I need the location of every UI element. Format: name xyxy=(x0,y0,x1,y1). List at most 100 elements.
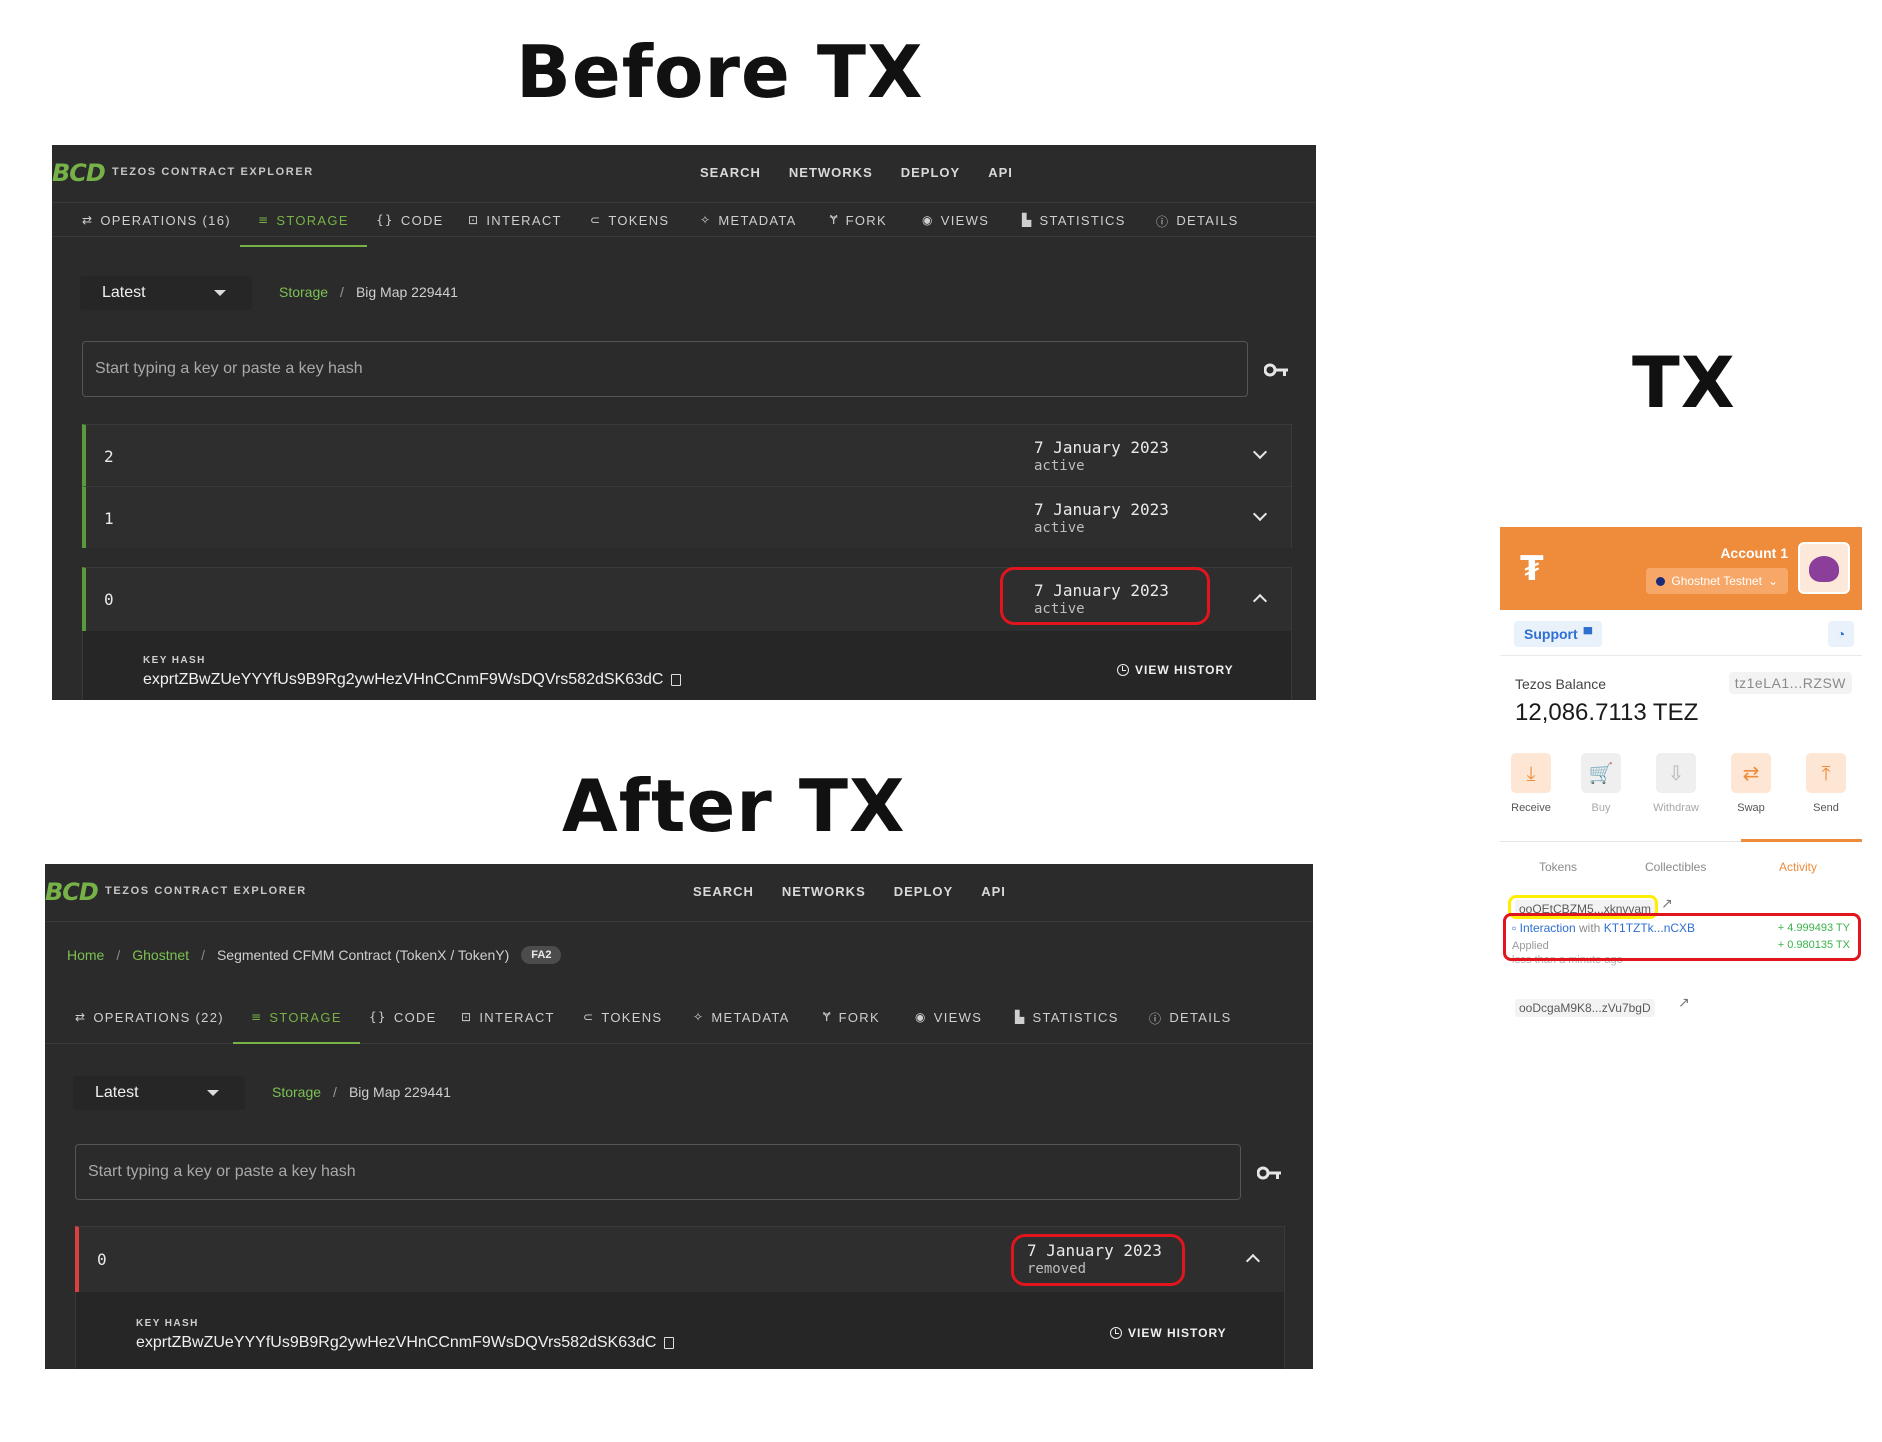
path-storage-link[interactable]: Storage xyxy=(272,1084,321,1100)
bcd-logo[interactable]: BCD xyxy=(52,159,106,187)
bigmap-row[interactable]: 1 7 January 2023 active xyxy=(82,486,1292,548)
coins-icon: ⊂ xyxy=(583,1010,595,1024)
key-search-input[interactable]: Start typing a key or paste a key hash xyxy=(82,341,1248,397)
tab-statistics[interactable]: ▙ STATISTICS xyxy=(1015,1010,1119,1044)
breadcrumb-home[interactable]: Home xyxy=(67,947,104,963)
version-select[interactable]: Latest xyxy=(73,1076,245,1110)
fork-icon: Ɏ xyxy=(830,213,839,227)
nav-api[interactable]: API xyxy=(981,884,1006,899)
tab-operations[interactable]: ⇄ OPERATIONS (22) xyxy=(75,1010,224,1044)
account-name[interactable]: Account 1 xyxy=(1720,545,1788,561)
nav-deploy[interactable]: DEPLOY xyxy=(901,165,960,180)
tab-interact[interactable]: ⊡ INTERACT xyxy=(461,1010,555,1044)
coins-icon: ⊂ xyxy=(590,213,602,227)
external-link-icon[interactable]: ↗ xyxy=(1661,896,1673,912)
swap-icon: ⇄ xyxy=(75,1010,87,1024)
tab-fork[interactable]: Ɏ FORK xyxy=(830,213,887,247)
wallet-header: ₮ Account 1 Ghostnet Testnet ⌄ xyxy=(1500,527,1862,610)
send-button[interactable]: ⤒ Send xyxy=(1796,753,1856,814)
swap-button[interactable]: ⇄ Swap xyxy=(1721,753,1781,814)
logo-text: TEZOS CONTRACT EXPLORER xyxy=(112,166,314,178)
eye-icon: ◉ xyxy=(915,1010,927,1024)
nav-networks[interactable]: NETWORKS xyxy=(782,884,866,899)
before-panel: BCD TEZOS CONTRACT EXPLORER SEARCH NETWO… xyxy=(52,145,1316,700)
balance-value: 12,086.7113 TEZ xyxy=(1515,699,1699,726)
tab-fork[interactable]: Ɏ FORK xyxy=(823,1010,880,1044)
network-selector[interactable]: Ghostnet Testnet ⌄ xyxy=(1646,568,1788,594)
tab-metadata[interactable]: ✧ METADATA xyxy=(700,213,797,247)
tab-details[interactable]: ⓘ DETAILS xyxy=(1149,1010,1232,1044)
after-panel: BCD TEZOS CONTRACT EXPLORER SEARCH NETWO… xyxy=(45,864,1313,1369)
avatar[interactable] xyxy=(1798,542,1850,594)
after-tx-heading: After TX xyxy=(562,764,906,848)
breadcrumb-network[interactable]: Ghostnet xyxy=(132,947,189,963)
flag-icon: ▀ xyxy=(1583,627,1593,641)
row-detail: KEY HASH exprtZBwZUeYYYfUs9B9Rg2ywHezVHn… xyxy=(75,1292,1285,1369)
path-current: Big Map 229441 xyxy=(355,284,458,300)
tab-tokens[interactable]: ⊂ TOKENS xyxy=(583,1010,662,1044)
puzzle-icon: ✧ xyxy=(693,1010,705,1024)
view-history-button[interactable]: VIEW HISTORY xyxy=(1110,1326,1227,1340)
tab-code[interactable]: {} CODE xyxy=(376,213,444,247)
tab-tokens[interactable]: ⊂ TOKENS xyxy=(590,213,669,247)
buy-button[interactable]: 🛒 Buy xyxy=(1571,753,1631,814)
row-date: 7 January 2023 xyxy=(1034,438,1169,457)
copy-icon[interactable] xyxy=(664,1337,675,1349)
nav-search[interactable]: SEARCH xyxy=(700,165,761,180)
tab-tokens[interactable]: Tokens xyxy=(1539,860,1577,874)
nav-deploy[interactable]: DEPLOY xyxy=(894,884,953,899)
tab-activity[interactable]: Activity xyxy=(1779,860,1817,874)
top-bar: BCD TEZOS CONTRACT EXPLORER SEARCH NETWO… xyxy=(45,864,1313,922)
key-icon[interactable] xyxy=(1257,1166,1283,1180)
key-search-input[interactable]: Start typing a key or paste a key hash xyxy=(75,1144,1241,1200)
address-chip[interactable]: tz1eLA1...RZSW xyxy=(1728,672,1852,694)
view-history-button[interactable]: VIEW HISTORY xyxy=(1117,663,1234,677)
operation-hash[interactable]: ooDcgaM9K8...zVu7bgD xyxy=(1515,999,1655,1017)
contract-tabs: ⇄ OPERATIONS (22) ≡ STORAGE {} CODE ⊡ INTERA… xyxy=(45,1000,1313,1044)
tab-operations[interactable]: ⇄ OPERATIONS (16) xyxy=(82,213,231,247)
support-button[interactable]: Support ▀ xyxy=(1514,621,1603,647)
version-select[interactable]: Latest xyxy=(80,276,252,310)
chevron-down-icon[interactable] xyxy=(1252,506,1268,522)
nav-search[interactable]: SEARCH xyxy=(693,884,754,899)
bigmap-row[interactable]: 2 7 January 2023 active xyxy=(82,424,1292,486)
tab-details[interactable]: ⓘ DETAILS xyxy=(1156,213,1239,247)
tab-collectibles[interactable]: Collectibles xyxy=(1645,860,1706,874)
nav-api[interactable]: API xyxy=(988,165,1013,180)
key-icon[interactable] xyxy=(1264,363,1290,377)
tab-interact[interactable]: ⊡ INTERACT xyxy=(468,213,562,247)
withdraw-icon: ⇩ xyxy=(1656,753,1696,793)
tab-code[interactable]: {} CODE xyxy=(369,1010,437,1044)
bell-icon[interactable]: ◔ xyxy=(1828,621,1854,647)
row-status: active xyxy=(1034,520,1085,536)
chevron-down-icon[interactable] xyxy=(1252,444,1268,460)
top-bar: BCD TEZOS CONTRACT EXPLORER SEARCH NETWO… xyxy=(52,145,1316,203)
chevron-down-icon: ⌄ xyxy=(1767,574,1778,588)
receive-button[interactable]: ⤓ Receive xyxy=(1501,753,1561,814)
tab-views[interactable]: ◉ VIEWS xyxy=(922,213,989,247)
play-box-icon: ⊡ xyxy=(461,1010,473,1024)
breadcrumb-contract: Segmented CFMM Contract (TokenX / TokenY… xyxy=(216,947,510,963)
external-link-icon[interactable]: ↗ xyxy=(1678,995,1690,1011)
history-icon xyxy=(1110,1327,1122,1339)
row-key: 0 xyxy=(97,1250,107,1269)
breadcrumb: Home / Ghostnet / Segmented CFMM Contrac… xyxy=(67,946,562,964)
row-key: 1 xyxy=(104,509,114,528)
copy-icon[interactable] xyxy=(671,674,682,686)
tab-storage[interactable]: ≡ STORAGE xyxy=(233,1010,360,1044)
withdraw-button[interactable]: ⇩ Withdraw xyxy=(1646,753,1706,814)
row-detail: KEY HASH exprtZBwZUeYYYfUs9B9Rg2ywHezVHn… xyxy=(82,631,1292,700)
highlight-box xyxy=(1000,567,1210,625)
tab-storage[interactable]: ≡ STORAGE xyxy=(240,213,367,247)
top-nav: SEARCH NETWORKS DEPLOY API xyxy=(693,884,1006,899)
tab-statistics[interactable]: ▙ STATISTICS xyxy=(1022,213,1126,247)
chevron-up-icon[interactable] xyxy=(1245,1253,1261,1269)
tab-metadata[interactable]: ✧ METADATA xyxy=(693,1010,790,1044)
path-storage-link[interactable]: Storage xyxy=(279,284,328,300)
nav-networks[interactable]: NETWORKS xyxy=(789,165,873,180)
bcd-logo[interactable]: BCD xyxy=(45,878,99,906)
chevron-up-icon[interactable] xyxy=(1252,593,1268,609)
tab-views[interactable]: ◉ VIEWS xyxy=(915,1010,982,1044)
database-icon: ≡ xyxy=(251,1010,263,1024)
swap-icon: ⇄ xyxy=(1731,753,1771,793)
